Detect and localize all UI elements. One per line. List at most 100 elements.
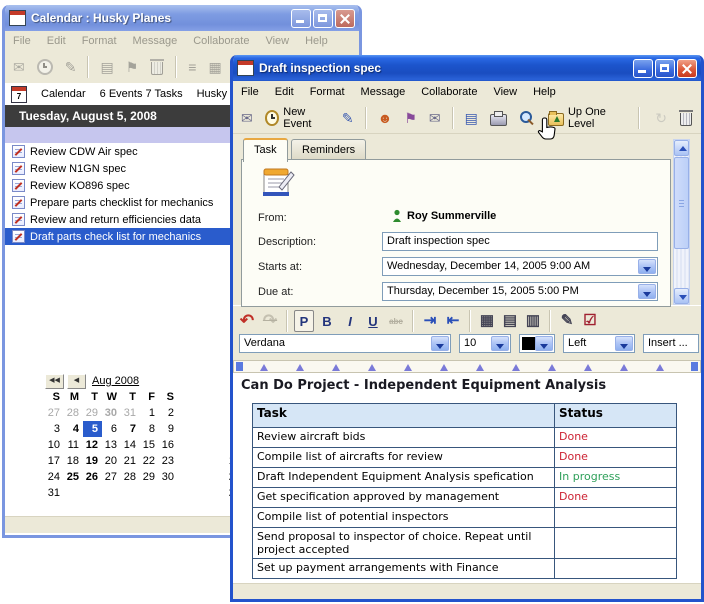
new-message-button[interactable]: ✉ <box>237 108 257 128</box>
day-cell[interactable]: 29 <box>83 405 102 421</box>
tab-stop-marker[interactable] <box>260 364 268 371</box>
view-list-button[interactable]: ▤ <box>461 108 482 128</box>
day-cell[interactable]: 30 <box>102 405 121 421</box>
day-cell[interactable]: 31 <box>45 485 64 501</box>
spellcheck-button[interactable]: ☑ <box>580 310 600 332</box>
signature-button[interactable]: ✎ <box>557 310 577 332</box>
tab-stop-marker[interactable] <box>404 364 412 371</box>
day-cell[interactable]: 24 <box>45 469 64 485</box>
day-cell[interactable]: 29 <box>140 469 159 485</box>
menu-edit[interactable]: Edit <box>267 83 302 101</box>
underline-button[interactable]: U <box>363 310 383 332</box>
outdent-button[interactable]: ⇤ <box>443 310 463 332</box>
day-cell[interactable]: 19 <box>83 453 102 469</box>
up-one-level-button[interactable]: Up One Level <box>544 104 631 132</box>
day-cell[interactable]: 12 <box>83 437 102 453</box>
day-cell[interactable]: 4 <box>64 421 83 437</box>
minimize-button[interactable] <box>291 9 311 28</box>
italic-button[interactable]: I <box>340 310 360 332</box>
scroll-up-button[interactable] <box>674 140 689 156</box>
day-cell[interactable]: 27 <box>45 405 64 421</box>
menu-file[interactable]: File <box>5 32 39 50</box>
tab-stop-marker[interactable] <box>332 364 340 371</box>
scrollbar-thumb[interactable] <box>674 157 689 249</box>
tab-stop-marker[interactable] <box>584 364 592 371</box>
day-cell[interactable]: 28 <box>121 469 140 485</box>
table-merge-button[interactable]: ▥ <box>523 310 543 332</box>
day-cell[interactable]: 1 <box>140 405 159 421</box>
day-cell[interactable]: 31 <box>121 405 140 421</box>
paragraph-button[interactable]: P <box>294 310 314 332</box>
tab-task[interactable]: Task <box>243 138 288 162</box>
day-cell[interactable]: 30 <box>159 469 178 485</box>
scroll-down-button[interactable] <box>674 288 689 304</box>
menu-collaborate[interactable]: Collaborate <box>413 83 485 101</box>
close-button[interactable] <box>677 59 697 78</box>
day-cell[interactable]: 25 <box>64 469 83 485</box>
starts-at-dropdown[interactable]: Wednesday, December 14, 2005 9:00 AM <box>382 257 658 276</box>
day-cell[interactable]: 15 <box>140 437 159 453</box>
menu-help[interactable]: Help <box>297 32 336 50</box>
day-cell[interactable]: 8 <box>140 421 159 437</box>
new-task-button[interactable]: ✎ <box>338 108 358 128</box>
day-cell[interactable]: 2 <box>159 405 178 421</box>
tab-reminders[interactable]: Reminders <box>291 139 366 161</box>
description-input[interactable]: Draft inspection spec <box>382 232 658 251</box>
day-cell[interactable]: 26 <box>83 469 102 485</box>
right-indent-marker[interactable] <box>691 362 698 371</box>
forward-message-button[interactable]: ✉ <box>425 108 445 128</box>
minimize-button[interactable] <box>633 59 653 78</box>
day-cell[interactable]: 17 <box>45 453 64 469</box>
close-button[interactable] <box>335 9 355 28</box>
new-event-button[interactable]: New Event <box>261 104 334 132</box>
font-family-dropdown[interactable]: Verdana <box>239 334 451 353</box>
menu-format[interactable]: Format <box>302 83 353 101</box>
left-indent-marker[interactable] <box>236 362 243 371</box>
menu-message[interactable]: Message <box>125 32 186 50</box>
menu-edit[interactable]: Edit <box>39 32 74 50</box>
day-cell[interactable]: 3 <box>45 421 64 437</box>
chevron-down-icon[interactable] <box>638 284 656 299</box>
tab-stop-marker[interactable] <box>368 364 376 371</box>
vertical-scrollbar[interactable] <box>673 139 690 305</box>
table-rows-button[interactable]: ▤ <box>500 310 520 332</box>
day-cell[interactable]: 11 <box>64 437 83 453</box>
day-cell[interactable]: 6 <box>102 421 121 437</box>
indent-button[interactable]: ⇥ <box>420 310 440 332</box>
chevron-down-icon[interactable] <box>535 336 553 351</box>
pin-button[interactable]: ⚑ <box>400 108 421 128</box>
day-cell[interactable]: 18 <box>64 453 83 469</box>
menu-message[interactable]: Message <box>353 83 414 101</box>
day-cell[interactable]: 13 <box>102 437 121 453</box>
chevron-down-icon[interactable] <box>431 336 449 351</box>
tab-stop-marker[interactable] <box>440 364 448 371</box>
tab-stop-marker[interactable] <box>620 364 628 371</box>
day-cell[interactable]: 16 <box>159 437 178 453</box>
prev-month-button[interactable]: ◀ <box>67 374 86 389</box>
menu-help[interactable]: Help <box>525 83 564 101</box>
month-label[interactable]: Aug 2008 <box>92 375 139 387</box>
chevron-down-icon[interactable] <box>638 259 656 274</box>
rich-text-editor[interactable]: Can Do Project - Independent Equipment A… <box>233 373 701 582</box>
menu-view[interactable]: View <box>257 32 297 50</box>
day-cell[interactable]: 27 <box>102 469 121 485</box>
day-cell[interactable]: 20 <box>102 453 121 469</box>
prev-year-button[interactable]: ◀◀ <box>45 374 64 389</box>
attendee-button[interactable]: ☻ <box>374 108 397 128</box>
due-at-dropdown[interactable]: Thursday, December 15, 2005 5:00 PM <box>382 282 658 301</box>
chevron-down-icon[interactable] <box>491 336 509 351</box>
trash-button[interactable] <box>675 108 697 128</box>
alignment-dropdown[interactable]: Left <box>563 334 635 353</box>
day-cell[interactable]: 28 <box>64 405 83 421</box>
day-cell[interactable]: 21 <box>121 453 140 469</box>
search-button[interactable] <box>515 108 540 128</box>
day-cell[interactable]: 10 <box>45 437 64 453</box>
tab-stop-marker[interactable] <box>512 364 520 371</box>
menu-collaborate[interactable]: Collaborate <box>185 32 257 50</box>
table-select-button[interactable]: ▦ <box>477 310 497 332</box>
tab-stop-marker[interactable] <box>548 364 556 371</box>
maximize-button[interactable] <box>655 59 675 78</box>
undo-button[interactable]: ↶ <box>237 310 257 332</box>
day-cell[interactable]: 22 <box>140 453 159 469</box>
selected-day-cell[interactable]: 5 <box>83 421 102 437</box>
